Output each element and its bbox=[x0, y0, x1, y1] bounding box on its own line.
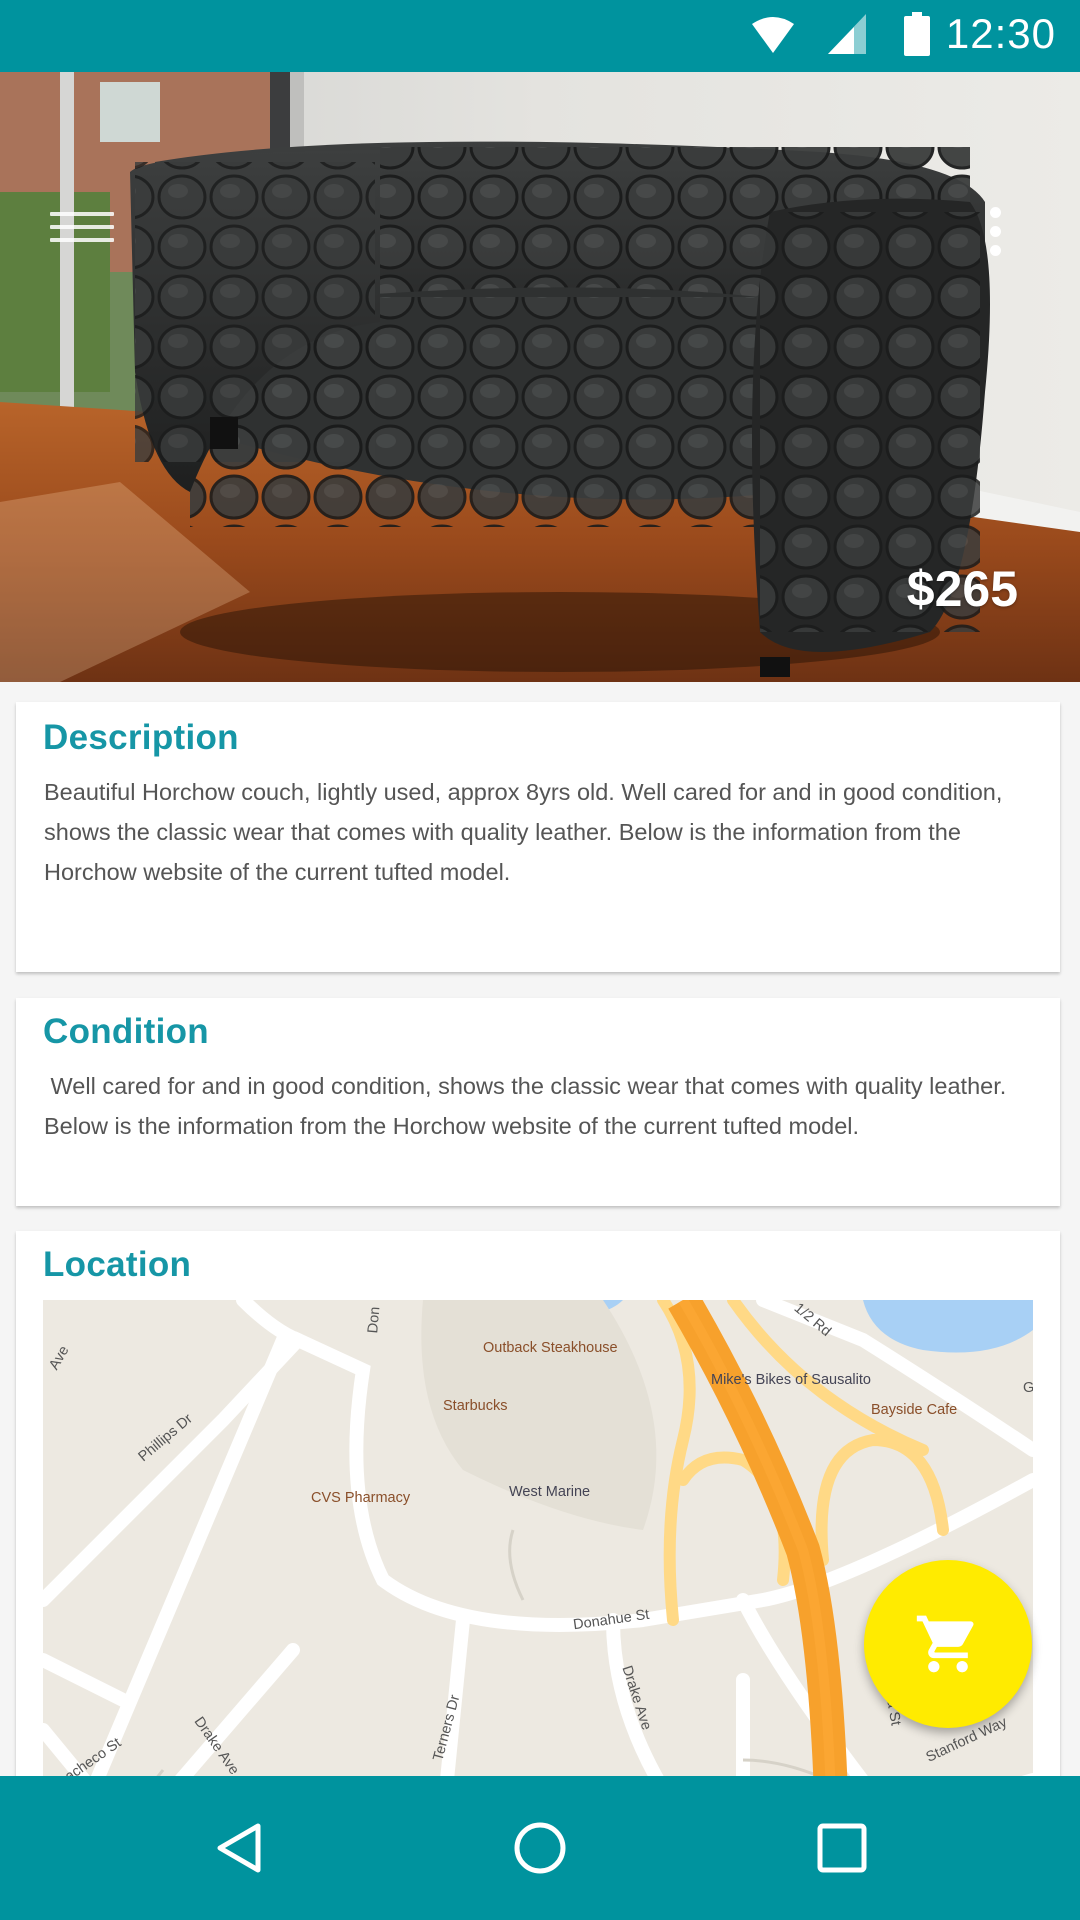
location-title: Location bbox=[43, 1245, 192, 1284]
map-label-mikes-bikes: Mike's Bikes of Sausalito bbox=[711, 1372, 871, 1388]
recents-button[interactable] bbox=[792, 1798, 892, 1898]
description-body: Beautiful Horchow couch, lightly used, a… bbox=[44, 779, 1003, 885]
listing-price: $265 bbox=[906, 561, 1018, 617]
condition-body: Well cared for and in good condition, sh… bbox=[44, 1073, 1013, 1139]
map-label-g: G bbox=[1023, 1380, 1033, 1396]
listing-hero-image: $265 bbox=[0, 72, 1080, 682]
menu-line bbox=[50, 225, 114, 229]
more-dot bbox=[989, 245, 1001, 256]
description-card: Description Beautiful Horchow couch, lig… bbox=[16, 702, 1060, 972]
description-title: Description bbox=[43, 718, 239, 757]
shopping-cart-icon bbox=[916, 1615, 974, 1673]
status-clock: 12:30 bbox=[945, 10, 1056, 57]
add-to-cart-button[interactable] bbox=[864, 1560, 1032, 1728]
home-button[interactable] bbox=[490, 1798, 590, 1898]
recents-icon bbox=[817, 1823, 867, 1873]
battery-icon bbox=[904, 12, 930, 56]
navigation-bar bbox=[0, 1776, 1080, 1920]
app-screen: 12:30 $265 Description Beautiful Horchow… bbox=[0, 0, 1080, 1920]
map-label-cvs: CVS Pharmacy bbox=[311, 1490, 411, 1506]
map-label-west-marine: West Marine bbox=[509, 1484, 591, 1500]
back-icon bbox=[217, 1823, 261, 1873]
menu-button[interactable] bbox=[50, 212, 114, 252]
status-bar: 12:30 bbox=[0, 0, 1080, 72]
back-button[interactable] bbox=[190, 1798, 290, 1898]
more-dot bbox=[989, 207, 1001, 218]
more-options-button[interactable] bbox=[978, 207, 1012, 263]
condition-card: Condition Well cared for and in good con… bbox=[16, 998, 1060, 1206]
signal-icon bbox=[828, 14, 866, 54]
map-label-outback: Outback Steakhouse bbox=[483, 1340, 618, 1356]
map-label-starbucks: Starbucks bbox=[443, 1398, 508, 1414]
map-label-bayside-cafe: Bayside Cafe bbox=[871, 1402, 958, 1418]
menu-line bbox=[50, 238, 114, 242]
map-label-don: Don bbox=[365, 1306, 384, 1334]
wifi-icon bbox=[752, 17, 794, 53]
condition-title: Condition bbox=[43, 1012, 209, 1051]
menu-line bbox=[50, 212, 114, 216]
more-dot bbox=[989, 226, 1001, 237]
home-icon bbox=[514, 1822, 566, 1874]
